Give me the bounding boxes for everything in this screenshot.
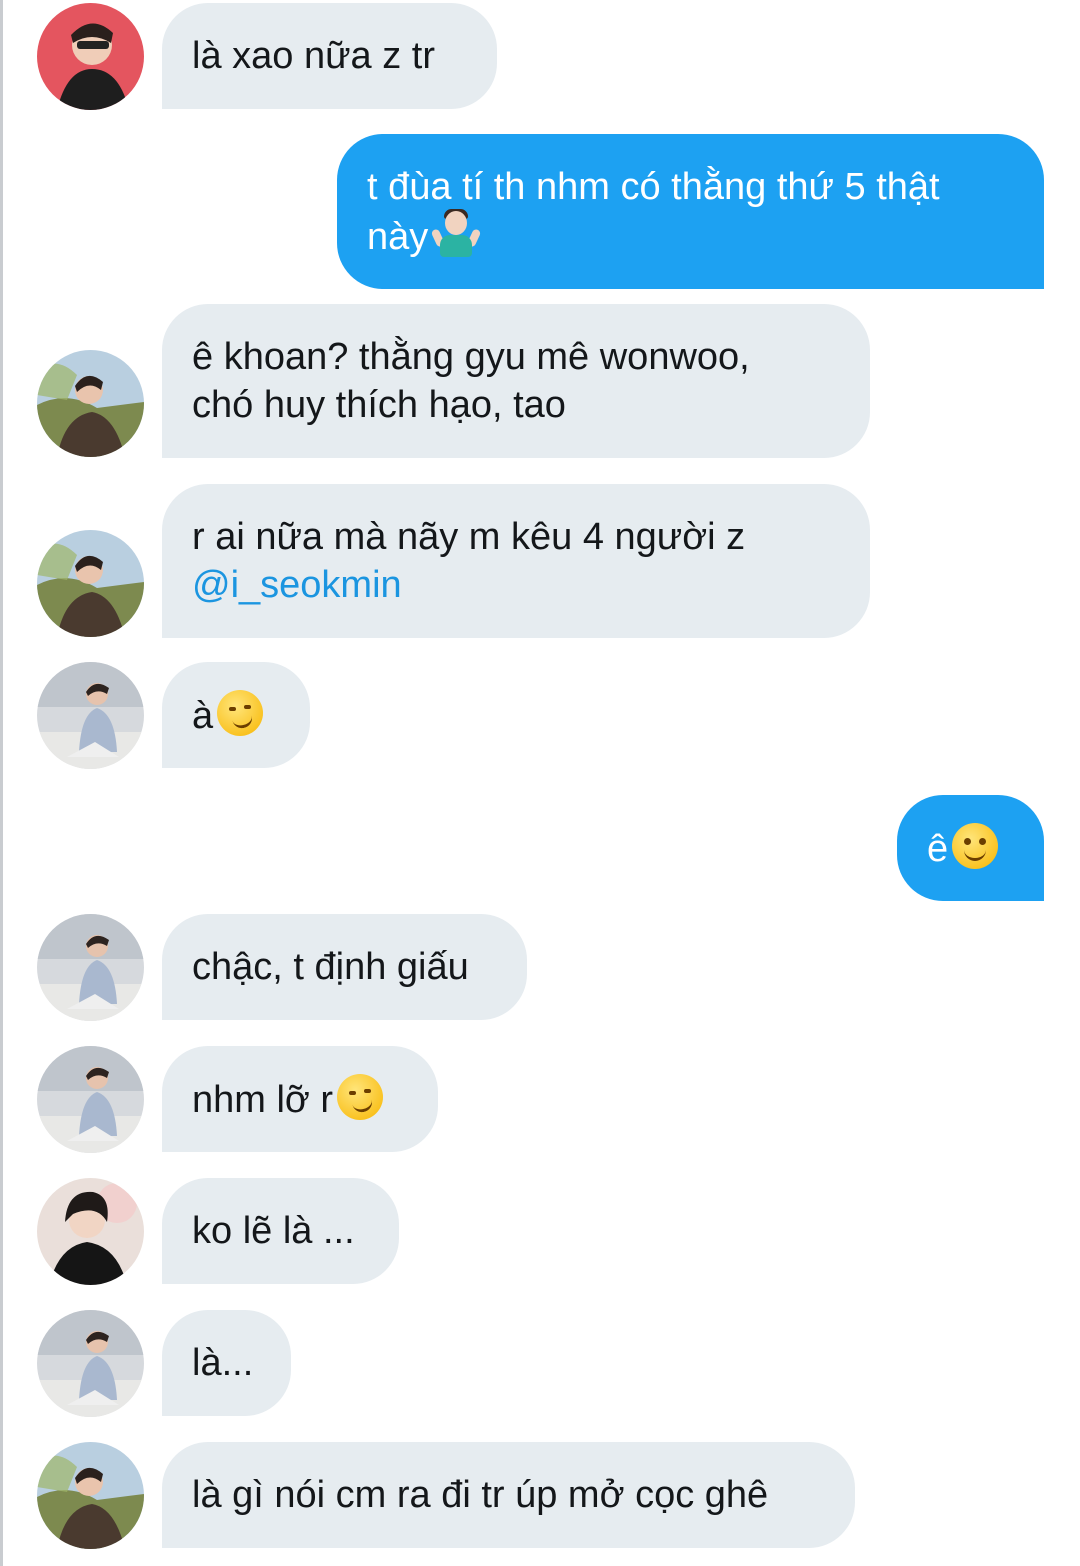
message-bubble-incoming[interactable]: là xao nữa z tr <box>162 3 497 109</box>
message-text: ê khoan? thằng gyu mê wonwoo, <box>192 336 750 378</box>
message-text: chó huy thích hạo, tao <box>192 384 566 426</box>
message-text: nhm lỡ r <box>192 1079 334 1121</box>
smirk-emoji-icon <box>337 1074 384 1120</box>
mention-link[interactable]: @i_seokmin <box>192 561 840 609</box>
smile-emoji-icon <box>952 823 999 869</box>
smirk-emoji-icon <box>217 690 264 736</box>
avatar[interactable] <box>37 530 144 637</box>
message-bubble-incoming[interactable]: ko lẽ là ... <box>162 1178 399 1284</box>
message-text: ê <box>927 828 949 870</box>
avatar[interactable] <box>37 1046 144 1153</box>
avatar[interactable] <box>37 3 144 110</box>
message-text: ko lẽ là ... <box>192 1210 355 1252</box>
avatar[interactable] <box>37 1310 144 1417</box>
message-bubble-incoming[interactable]: chậc, t định giấu <box>162 914 527 1020</box>
avatar[interactable] <box>37 914 144 1021</box>
avatar[interactable] <box>37 1178 144 1285</box>
message-bubble-incoming[interactable]: ê khoan? thằng gyu mê wonwoo, chó huy th… <box>162 304 870 458</box>
avatar[interactable] <box>37 350 144 457</box>
message-bubble-incoming[interactable]: là gì nói cm ra đi tr úp mở cọc ghê <box>162 1442 855 1548</box>
message-text: t đùa tí th nhm có thằng thứ 5 thật <box>367 165 940 208</box>
message-bubble-incoming[interactable]: r ai nữa mà nãy m kêu 4 người z @i_seokm… <box>162 484 870 638</box>
message-text: r ai nữa mà nãy m kêu 4 người z <box>192 516 746 558</box>
message-text: là gì nói cm ra đi tr úp mở cọc ghê <box>192 1474 769 1516</box>
message-bubble-outgoing[interactable]: ê <box>897 795 1044 901</box>
avatar[interactable] <box>37 1442 144 1549</box>
message-bubble-incoming[interactable]: nhm lỡ r <box>162 1046 438 1152</box>
message-text: chậc, t định giấu <box>192 946 469 988</box>
message-bubble-incoming[interactable]: à <box>162 662 310 768</box>
message-bubble-incoming[interactable]: là... <box>162 1310 291 1416</box>
message-text: là xao nữa z tr <box>192 35 435 77</box>
message-text: à <box>192 695 214 737</box>
message-text: này <box>367 215 429 258</box>
message-text: là... <box>192 1342 254 1384</box>
left-edge-divider <box>0 0 3 1566</box>
avatar[interactable] <box>37 662 144 769</box>
shrug-emoji-icon <box>430 208 482 257</box>
message-bubble-outgoing[interactable]: t đùa tí th nhm có thằng thứ 5 thật này <box>337 134 1044 289</box>
